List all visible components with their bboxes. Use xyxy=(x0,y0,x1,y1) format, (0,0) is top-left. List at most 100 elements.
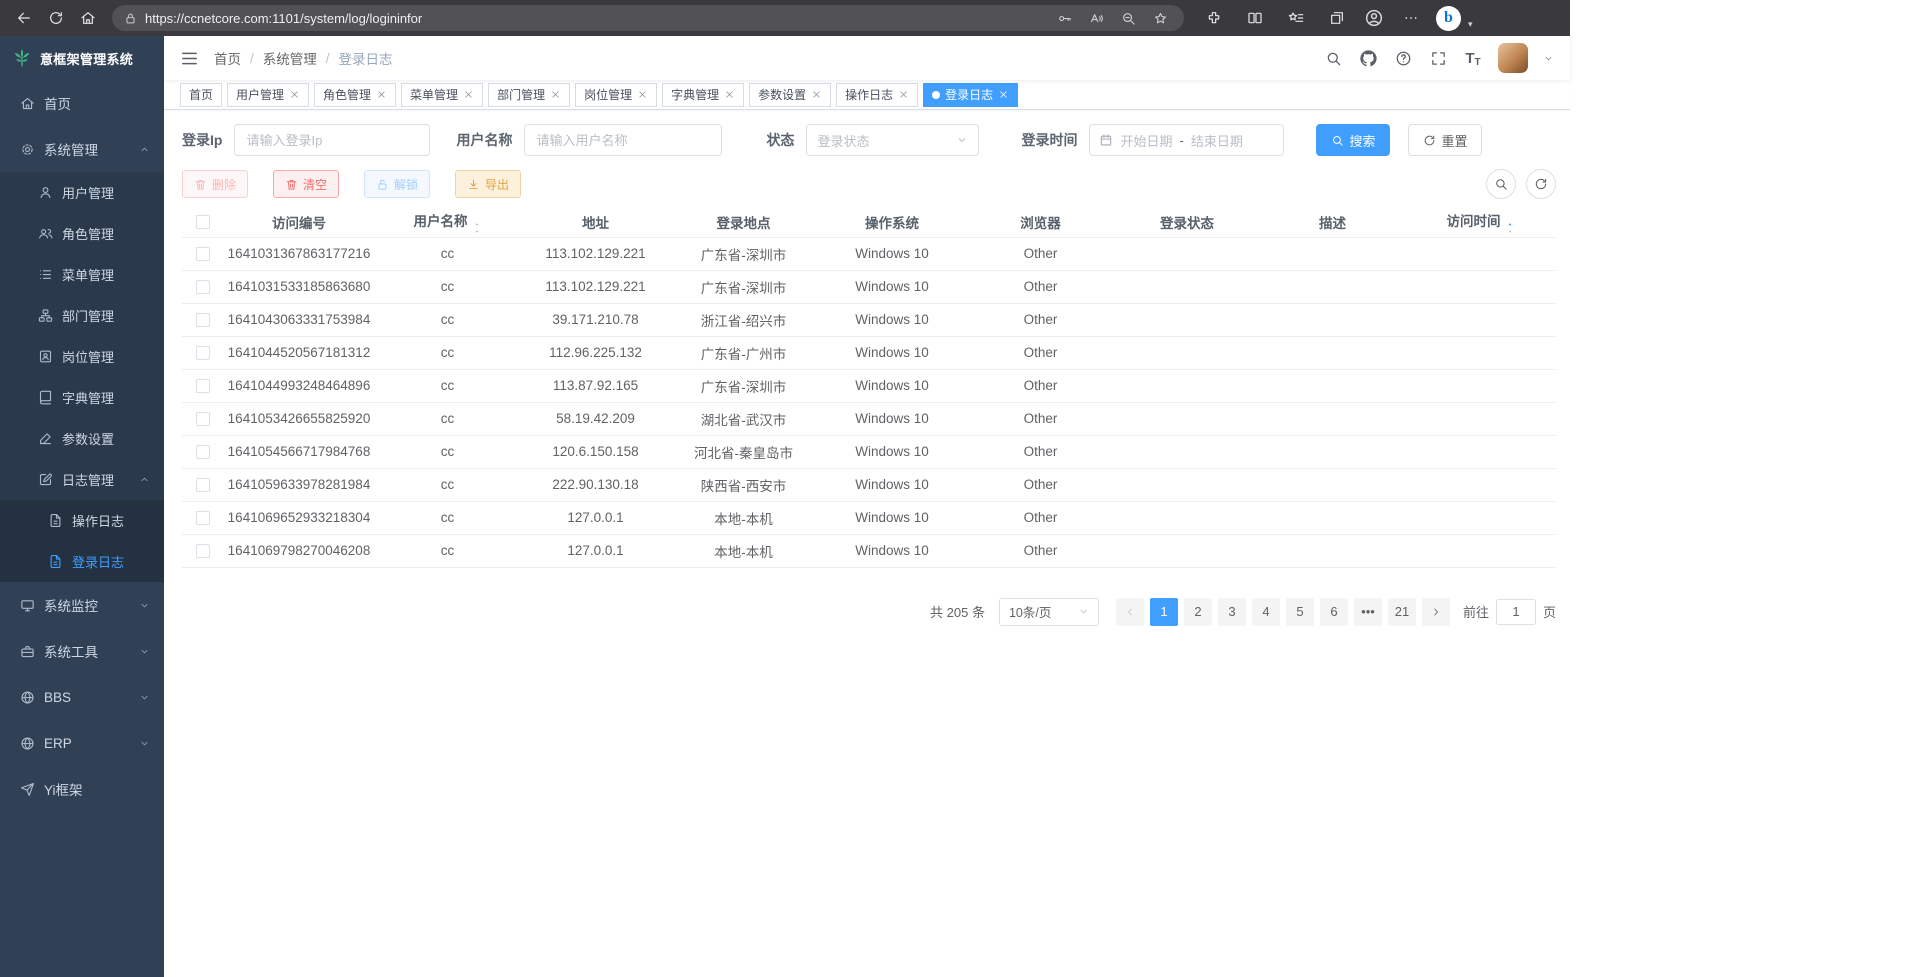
browser-home-button[interactable] xyxy=(72,4,104,32)
sidebar-item-operation-log[interactable]: 操作日志 xyxy=(0,500,164,541)
refresh-table-button[interactable] xyxy=(1526,169,1556,199)
sidebar-item-dict-mgmt[interactable]: 字典管理 xyxy=(0,377,164,418)
page-button-6[interactable]: 6 xyxy=(1320,598,1348,626)
unlock-button[interactable]: 解锁 xyxy=(364,170,430,198)
github-icon[interactable] xyxy=(1358,48,1378,68)
more-pages-button[interactable]: ••• xyxy=(1354,598,1382,626)
export-button[interactable]: 导出 xyxy=(455,170,521,198)
sidebar-item-system-tools[interactable]: 系统工具 xyxy=(0,628,164,674)
close-icon[interactable] xyxy=(637,89,648,100)
avatar[interactable] xyxy=(1498,43,1528,73)
table-row[interactable]: 1641054566717984768 cc 120.6.150.158 河北省… xyxy=(182,435,1556,468)
page-button-4[interactable]: 4 xyxy=(1252,598,1280,626)
tab-post-mgmt[interactable]: 岗位管理 xyxy=(575,83,657,107)
sidebar-item-menu-mgmt[interactable]: 菜单管理 xyxy=(0,254,164,295)
table-row[interactable]: 1641031533185863680 cc 113.102.129.221 广… xyxy=(182,270,1556,303)
row-checkbox[interactable] xyxy=(196,478,210,492)
row-checkbox[interactable] xyxy=(196,280,210,294)
sidebar-item-param-settings[interactable]: 参数设置 xyxy=(0,418,164,459)
row-checkbox[interactable] xyxy=(196,544,210,558)
collections-icon[interactable] xyxy=(1321,4,1353,32)
row-checkbox[interactable] xyxy=(196,346,210,360)
sidebar-item-home[interactable]: 首页 xyxy=(0,80,164,126)
column-username[interactable]: 用户名称 xyxy=(374,207,521,237)
page-size-select[interactable]: 10条/页 xyxy=(999,598,1099,626)
browser-menu-dots-icon[interactable] xyxy=(1395,4,1427,32)
login-ip-input[interactable] xyxy=(234,124,430,156)
tab-param-settings[interactable]: 参数设置 xyxy=(749,83,831,107)
browser-back-button[interactable] xyxy=(8,4,40,32)
clear-button[interactable]: 清空 xyxy=(273,170,339,198)
reset-button[interactable]: 重置 xyxy=(1408,124,1482,156)
table-row[interactable]: 1641044993248464896 cc 113.87.92.165 广东省… xyxy=(182,369,1556,402)
browser-refresh-button[interactable] xyxy=(40,4,72,32)
prev-page-button[interactable] xyxy=(1116,598,1144,626)
row-checkbox[interactable] xyxy=(196,313,210,327)
close-icon[interactable] xyxy=(550,89,561,100)
close-icon[interactable] xyxy=(811,89,822,100)
tab-role-mgmt[interactable]: 角色管理 xyxy=(314,83,396,107)
app-logo[interactable]: 意框架管理系统 xyxy=(0,36,164,80)
sidebar-item-role-mgmt[interactable]: 角色管理 xyxy=(0,213,164,254)
zoom-out-icon[interactable] xyxy=(1116,7,1140,29)
sidebar-fold-icon[interactable] xyxy=(180,49,199,68)
tab-login-log[interactable]: 登录日志 xyxy=(923,83,1018,107)
table-row[interactable]: 1641044520567181312 cc 112.96.225.132 广东… xyxy=(182,336,1556,369)
column-visit-time[interactable]: 访问时间 xyxy=(1405,207,1556,237)
split-screen-icon[interactable] xyxy=(1239,4,1271,32)
favorite-star-icon[interactable] xyxy=(1148,7,1172,29)
favorites-bar-icon[interactable] xyxy=(1280,4,1312,32)
sidebar-item-system-monitor[interactable]: 系统监控 xyxy=(0,582,164,628)
sidebar-item-login-log[interactable]: 登录日志 xyxy=(0,541,164,582)
table-row[interactable]: 1641043063331753984 cc 39.171.210.78 浙江省… xyxy=(182,303,1556,336)
close-icon[interactable] xyxy=(998,89,1009,100)
sidebar-item-log-mgmt[interactable]: 日志管理 xyxy=(0,459,164,500)
bing-copilot-icon[interactable]: b xyxy=(1436,6,1461,31)
sidebar-item-yi-framework[interactable]: Yi框架 xyxy=(0,766,164,812)
page-button-5[interactable]: 5 xyxy=(1286,598,1314,626)
row-checkbox[interactable] xyxy=(196,379,210,393)
help-question-icon[interactable] xyxy=(1393,48,1413,68)
sidebar-item-system-mgmt[interactable]: 系统管理 xyxy=(0,126,164,172)
sidebar-item-dept-mgmt[interactable]: 部门管理 xyxy=(0,295,164,336)
page-button-2[interactable]: 2 xyxy=(1184,598,1212,626)
toggle-search-button[interactable] xyxy=(1486,169,1516,199)
browser-profile-icon[interactable] xyxy=(1362,6,1386,30)
fullscreen-icon[interactable] xyxy=(1428,48,1448,68)
sort-icon[interactable] xyxy=(1505,222,1515,234)
breadcrumb-home[interactable]: 首页 xyxy=(214,48,241,68)
row-checkbox[interactable] xyxy=(196,511,210,525)
font-size-icon[interactable]: TT xyxy=(1463,48,1483,68)
sort-icon[interactable] xyxy=(472,222,482,234)
page-button-1[interactable]: 1 xyxy=(1150,598,1178,626)
table-row[interactable]: 1641069798270046208 cc 127.0.0.1 本地-本机 W… xyxy=(182,534,1556,567)
username-input[interactable] xyxy=(524,124,722,156)
sidebar-item-erp[interactable]: ERP xyxy=(0,720,164,766)
close-icon[interactable] xyxy=(376,89,387,100)
row-checkbox[interactable] xyxy=(196,445,210,459)
close-icon[interactable] xyxy=(898,89,909,100)
tab-operation-log[interactable]: 操作日志 xyxy=(836,83,918,107)
tab-menu-mgmt[interactable]: 菜单管理 xyxy=(401,83,483,107)
table-row[interactable]: 1641031367863177216 cc 113.102.129.221 广… xyxy=(182,237,1556,270)
page-button-21[interactable]: 21 xyxy=(1388,598,1416,626)
extensions-icon[interactable] xyxy=(1198,4,1230,32)
table-row[interactable]: 1641069652933218304 cc 127.0.0.1 本地-本机 W… xyxy=(182,501,1556,534)
next-page-button[interactable] xyxy=(1422,598,1450,626)
tab-dept-mgmt[interactable]: 部门管理 xyxy=(488,83,570,107)
close-icon[interactable] xyxy=(724,89,735,100)
sidebar-item-bbs[interactable]: BBS xyxy=(0,674,164,720)
sidebar-item-post-mgmt[interactable]: 岗位管理 xyxy=(0,336,164,377)
close-icon[interactable] xyxy=(463,89,474,100)
sidebar-item-user-mgmt[interactable]: 用户管理 xyxy=(0,172,164,213)
page-button-3[interactable]: 3 xyxy=(1218,598,1246,626)
tab-dict-mgmt[interactable]: 字典管理 xyxy=(662,83,744,107)
breadcrumb-system-mgmt[interactable]: 系统管理 xyxy=(263,48,317,68)
goto-page-input[interactable] xyxy=(1496,599,1536,625)
tab-home[interactable]: 首页 xyxy=(180,83,222,107)
row-checkbox[interactable] xyxy=(196,247,210,261)
close-icon[interactable] xyxy=(289,89,300,100)
row-checkbox[interactable] xyxy=(196,412,210,426)
tab-user-mgmt[interactable]: 用户管理 xyxy=(227,83,309,107)
table-row[interactable]: 1641053426655825920 cc 58.19.42.209 湖北省-… xyxy=(182,402,1556,435)
